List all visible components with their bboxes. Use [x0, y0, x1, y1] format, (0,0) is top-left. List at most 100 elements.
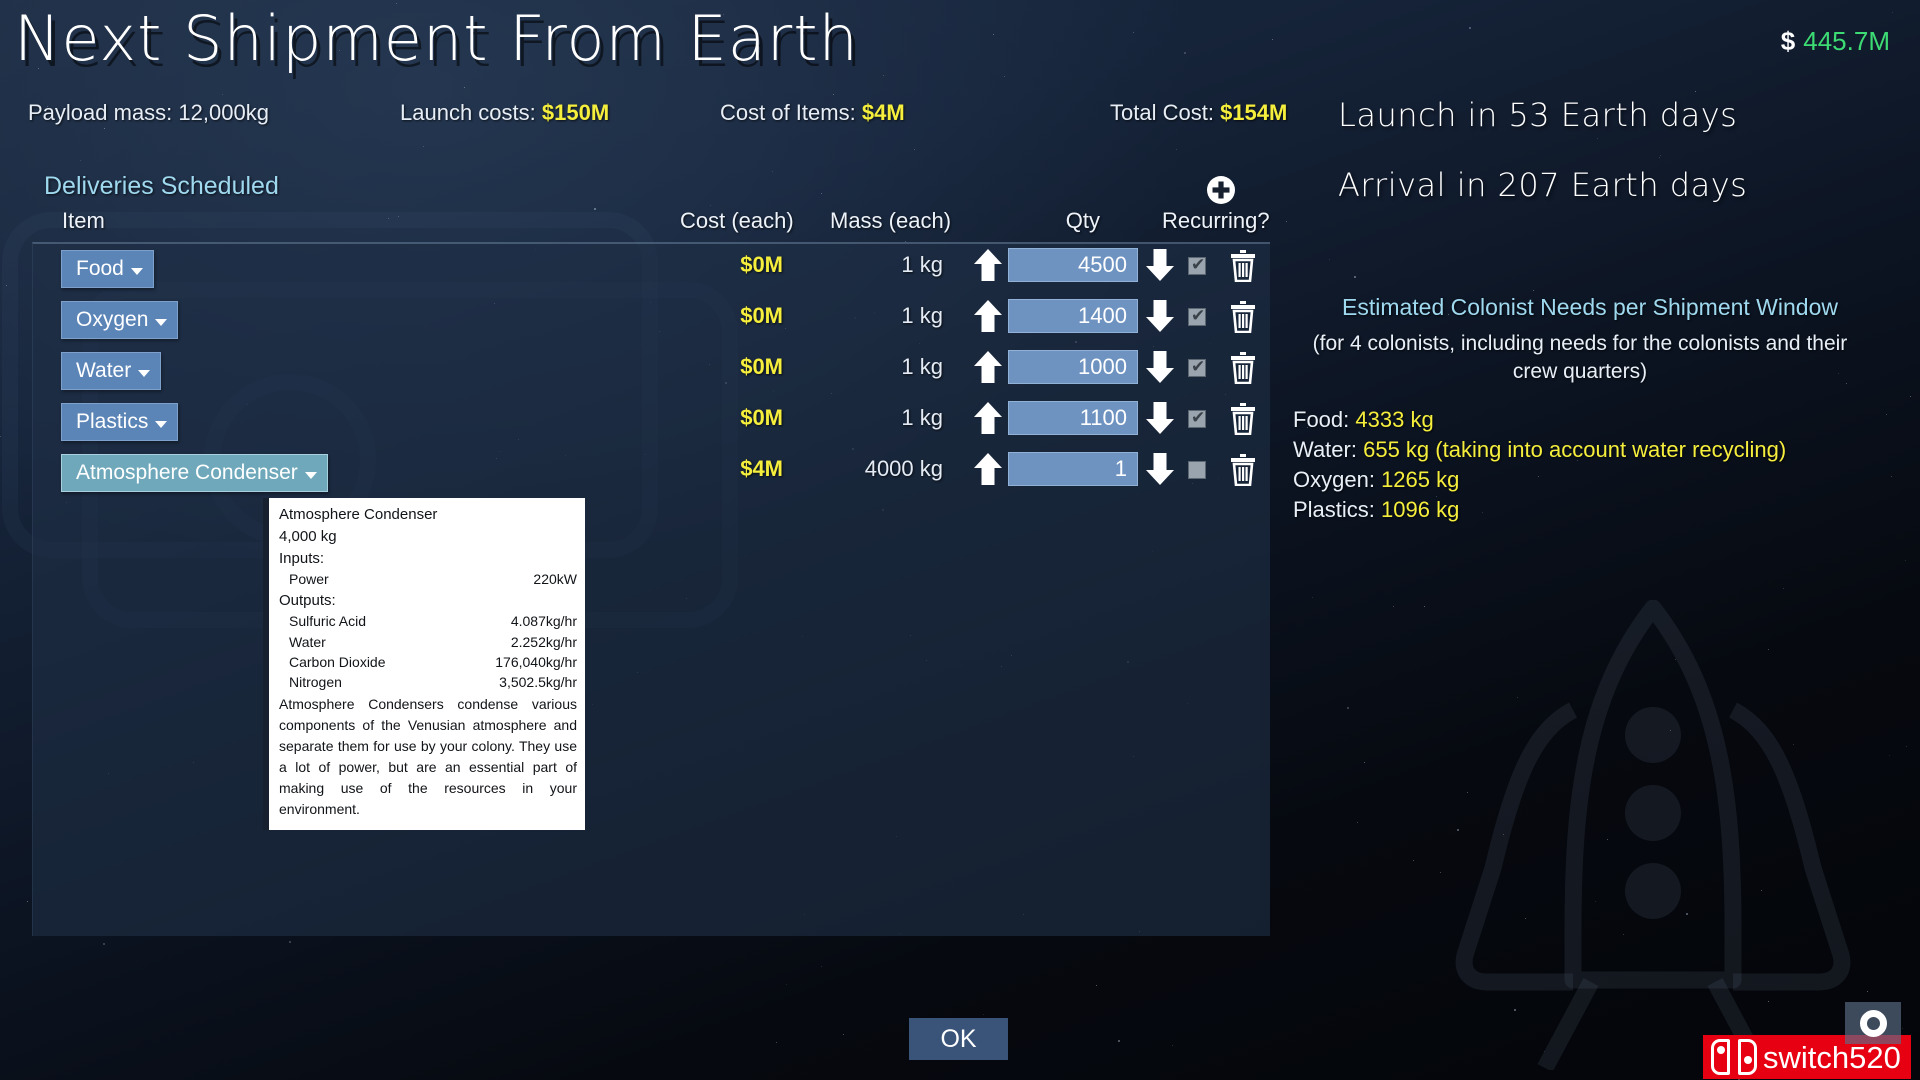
stat-payload-label: Payload mass: — [28, 100, 173, 125]
qty-decrease-button[interactable] — [1145, 248, 1175, 282]
qty-increase-button[interactable] — [973, 452, 1003, 486]
cell-mass: 4000 kg — [864, 456, 943, 481]
colonist-need-label: Oxygen: — [1293, 466, 1375, 492]
colonist-needs-title: Estimated Colonist Needs per Shipment Wi… — [1341, 294, 1838, 320]
joycon-icon — [1711, 1039, 1757, 1075]
recurring-checkbox[interactable]: ✔ — [1188, 255, 1206, 275]
tooltip-resource-row: Sulfuric Acid 4.087kg/hr — [279, 611, 577, 631]
tooltip-resource-name: Nitrogen — [289, 674, 342, 691]
qty-decrease-button[interactable] — [1145, 452, 1175, 486]
item-dropdown-label: Water — [76, 359, 132, 382]
chevron-down-icon — [304, 471, 317, 479]
stat-total-label: Total Cost: — [1110, 100, 1214, 125]
tooltip-resource-value: 2.252kg/hr — [510, 633, 577, 650]
column-header-recurring: Recurring? — [1162, 208, 1270, 233]
colonist-need-label: Water: — [1293, 436, 1357, 462]
qty-input[interactable]: 4500 — [1008, 248, 1138, 282]
cell-mass: 1 kg — [901, 354, 943, 379]
tooltip-inputs-label: Inputs: — [279, 549, 325, 567]
stat-launch-label: Launch costs: — [400, 100, 536, 125]
table-scrollbar-track[interactable] — [1243, 248, 1252, 916]
add-item-button[interactable] — [1206, 175, 1236, 205]
stat-total-value: $154M — [1220, 100, 1288, 125]
item-dropdown-food[interactable]: Food — [61, 250, 154, 288]
delivery-row: Plastics $0M 1 kg 1100 ✔ — [33, 397, 1271, 448]
qty-increase-button[interactable] — [973, 248, 1003, 282]
tooltip-resource-value: 3,502.5kg/hr — [499, 674, 577, 691]
qty-decrease-button[interactable] — [1145, 401, 1175, 435]
qty-input[interactable]: 1 — [1008, 452, 1138, 486]
delivery-row: Water $0M 1 kg 1000 ✔ — [33, 346, 1271, 397]
ok-button[interactable]: OK — [909, 1018, 1008, 1060]
item-tooltip: Atmosphere Condenser 4,000 kg Inputs: Po… — [263, 498, 585, 830]
stat-cost-of-items: Cost of Items: $4M — [720, 100, 905, 126]
colonist-need-label: Plastics: — [1293, 496, 1375, 522]
item-dropdown-water[interactable]: Water — [61, 352, 162, 390]
qty-increase-button[interactable] — [973, 299, 1003, 333]
watermark-badge-icon — [1845, 1002, 1901, 1044]
tooltip-resource-name: Water — [289, 633, 326, 650]
colonist-need-value: 1096 kg — [1381, 496, 1460, 522]
chevron-down-icon — [155, 318, 168, 326]
item-dropdown-atmosphere-condenser[interactable]: Atmosphere Condenser — [61, 454, 328, 492]
stat-payload-value: 12,000kg — [178, 100, 269, 125]
colonist-need-value: 1265 kg — [1381, 466, 1460, 492]
column-header-mass: Mass (each) — [830, 208, 952, 233]
rocket-watermark-icon — [1455, 600, 1851, 1070]
tooltip-resource-name: Carbon Dioxide — [289, 653, 386, 670]
chevron-down-icon — [155, 420, 168, 428]
cell-cost: $0M — [740, 252, 783, 277]
stat-total-cost: Total Cost: $154M — [1110, 100, 1287, 126]
column-header-cost: Cost (each) — [680, 208, 794, 233]
tooltip-resource-name: Sulfuric Acid — [289, 613, 367, 630]
tooltip-resource-value: 4.087kg/hr — [510, 613, 577, 630]
colonist-needs-subtitle: (for 4 colonists, including needs for th… — [1312, 332, 1848, 384]
tooltip-description: Atmosphere Condensers condense various c… — [279, 696, 577, 818]
item-dropdown-label: Oxygen — [76, 308, 149, 331]
recurring-checkbox[interactable] — [1188, 461, 1206, 479]
item-dropdown-oxygen[interactable]: Oxygen — [61, 301, 179, 339]
qty-input[interactable]: 1100 — [1008, 401, 1138, 435]
qty-decrease-button[interactable] — [1145, 299, 1175, 333]
page-title: Next Shipment From Earth — [14, 2, 859, 75]
colonist-need-value: 655 kg (taking into account water recycl… — [1363, 436, 1787, 462]
chevron-down-icon — [130, 267, 143, 275]
tooltip-outputs-list: Sulfuric Acid 4.087kg/hr Water 2.252kg/hr Ca… — [279, 611, 577, 692]
stat-launch-costs: Launch costs: $150M — [400, 100, 609, 126]
colonist-need-row: Oxygen: 1265 kg — [1293, 465, 1913, 495]
cell-cost: $4M — [740, 456, 783, 481]
qty-increase-button[interactable] — [973, 350, 1003, 384]
deliveries-table-panel: Food $0M 1 kg 4500 ✔ Oxygen $0M 1 kg 1400 ✔ Water $… — [32, 242, 1270, 936]
dollar-icon: $ — [1780, 26, 1796, 56]
qty-input[interactable]: 1000 — [1008, 350, 1138, 384]
tooltip-item-mass: 4,000 kg — [279, 527, 337, 545]
colonist-need-label: Food: — [1293, 407, 1350, 432]
check-icon: ✔ — [1191, 306, 1206, 326]
stat-items-value: $4M — [861, 100, 905, 125]
colonist-need-value: 4333 kg — [1355, 407, 1434, 432]
qty-increase-button[interactable] — [973, 401, 1003, 435]
stat-launch-value: $150M — [541, 100, 610, 125]
qty-input[interactable]: 1400 — [1008, 299, 1138, 333]
deliveries-table-header: Item Cost (each) Mass (each) Qty Recurri… — [40, 208, 1270, 244]
tooltip-item-name: Atmosphere Condenser — [279, 506, 438, 523]
stat-items-label: Cost of Items: — [720, 100, 856, 125]
delivery-row: Food $0M 1 kg 4500 ✔ — [33, 244, 1271, 295]
cell-cost: $0M — [740, 354, 783, 379]
tooltip-inputs-list: Power 220kW — [279, 569, 577, 589]
item-dropdown-plastics[interactable]: Plastics — [61, 403, 179, 441]
stat-payload-mass: Payload mass: 12,000kg — [28, 100, 269, 126]
shipment-screen: Next Shipment From Earth Payload mass: 1… — [0, 0, 1920, 1080]
recurring-checkbox[interactable]: ✔ — [1188, 409, 1206, 428]
delivery-row: Oxygen $0M 1 kg 1400 ✔ — [33, 295, 1271, 346]
check-icon: ✔ — [1191, 357, 1206, 377]
cell-mass: 1 kg — [901, 405, 943, 430]
recurring-checkbox[interactable]: ✔ — [1188, 306, 1206, 326]
cell-cost: $0M — [740, 405, 783, 430]
qty-decrease-button[interactable] — [1145, 350, 1175, 384]
cell-mass: 1 kg — [901, 303, 943, 328]
money-readout: $445.7M — [1781, 26, 1890, 57]
column-header-item: Item — [62, 208, 105, 233]
check-icon: ✔ — [1191, 255, 1206, 275]
recurring-checkbox[interactable]: ✔ — [1188, 357, 1206, 377]
